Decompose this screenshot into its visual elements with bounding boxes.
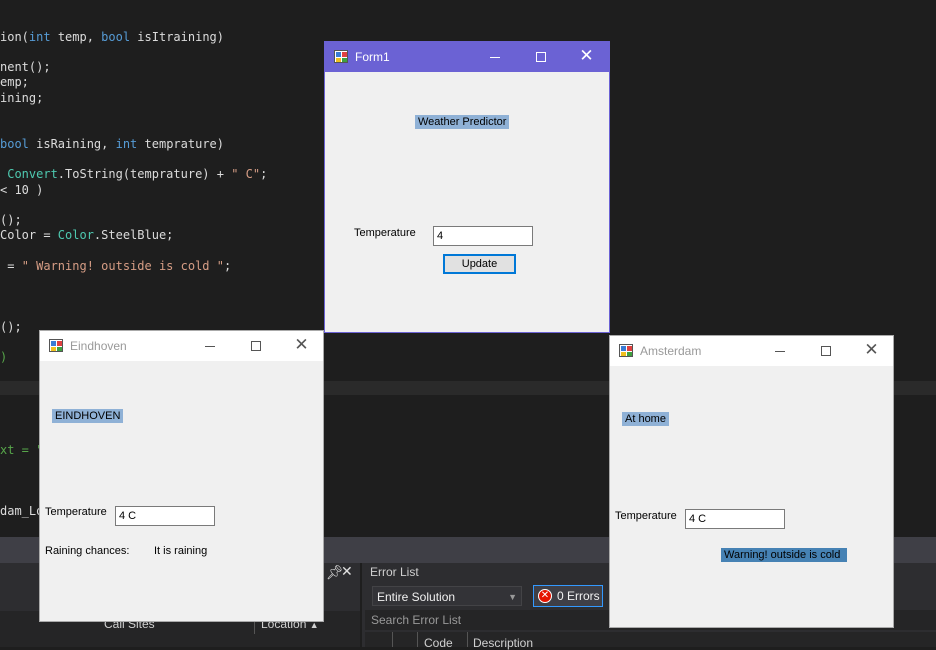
error-scope-value: Entire Solution [377, 590, 456, 604]
errors-count-label: 0 Errors [557, 589, 600, 603]
form1-titlebar[interactable]: Form1 ✕ [325, 42, 609, 72]
code-token: bool [0, 137, 29, 151]
column-separator [417, 632, 418, 647]
app-icon [619, 344, 633, 357]
code-token: ) [0, 350, 8, 364]
code-token: ; [260, 167, 268, 181]
temperature-display[interactable] [115, 506, 215, 526]
app-icon [334, 50, 348, 63]
code-line[interactable]: xt = " [0, 443, 43, 457]
code-token: dam_Lo [0, 504, 44, 518]
raining-chances-label: Raining chances: [45, 545, 130, 557]
code-token: " Warning! outside is cold " [21, 259, 224, 273]
maximize-icon[interactable] [518, 42, 563, 72]
code-line[interactable]: = " Warning! outside is cold "; [0, 259, 231, 273]
status-label: At home [622, 412, 669, 426]
amsterdam-titlebar[interactable]: Amsterdam ✕ [610, 336, 893, 366]
code-token: int [28, 30, 51, 44]
temperature-display[interactable] [685, 509, 785, 529]
error-list-title: Error List [370, 565, 419, 579]
minimize-icon[interactable] [757, 336, 802, 366]
code-line[interactable]: (); [0, 213, 22, 227]
code-token: bool [101, 30, 131, 44]
code-line[interactable]: nent(); [0, 60, 51, 74]
column-separator [392, 632, 393, 647]
window-title: Eindhoven [70, 339, 127, 353]
amsterdam-window[interactable]: Amsterdam ✕ At home Temperature Warning!… [609, 335, 894, 628]
cold-warning-label: Warning! outside is cold [721, 548, 847, 562]
error-scope-select[interactable]: Entire Solution ▼ [372, 586, 522, 606]
window-title: Form1 [355, 50, 390, 64]
code-token: isItraining) [130, 30, 224, 44]
code-token: = [0, 259, 22, 273]
code-token: nent(); [0, 60, 51, 74]
code-line[interactable]: Convert.ToString(temprature) + " C"; [0, 167, 267, 181]
weather-predictor-label: Weather Predictor [415, 115, 510, 129]
code-token: temp, [50, 30, 102, 44]
minimize-icon[interactable] [187, 331, 232, 361]
code-token: temprature) [137, 137, 224, 151]
eindhoven-titlebar[interactable]: Eindhoven ✕ [40, 331, 323, 361]
temperature-input[interactable] [433, 226, 533, 246]
errors-filter-button[interactable]: ✕ 0 Errors [533, 585, 603, 607]
minimize-icon[interactable] [472, 42, 517, 72]
code-line[interactable]: Color = Color.SteelBlue; [0, 228, 173, 242]
code-token: (); [0, 320, 22, 334]
code-line[interactable]: bool isRaining, int temprature) [0, 137, 224, 151]
code-token: < 10 ) [0, 183, 44, 197]
code-token: ion( [0, 30, 29, 44]
code-token: emp; [0, 75, 29, 89]
code-line[interactable]: ) [0, 350, 7, 364]
code-token: " C" [231, 167, 261, 181]
code-token: Color = [0, 228, 58, 242]
close-panel-icon[interactable]: ✕ [341, 563, 353, 580]
code-token: (); [0, 213, 22, 227]
code-line[interactable]: dam_Lo [0, 504, 43, 518]
code-token: int [115, 137, 138, 151]
code-token: Color [57, 228, 94, 242]
update-button[interactable]: Update [443, 254, 516, 274]
code-column-header[interactable]: Code [424, 636, 453, 650]
temperature-label: Temperature [45, 506, 107, 518]
code-line[interactable]: < 10 ) [0, 183, 43, 197]
code-line[interactable]: ion(int temp, bool isItraining) [0, 30, 224, 44]
column-separator [467, 632, 468, 647]
close-icon[interactable]: ✕ [279, 331, 324, 361]
code-token: .ToString(temprature) + [57, 167, 232, 181]
code-token: xt = " [0, 443, 44, 457]
maximize-icon[interactable] [233, 331, 278, 361]
maximize-icon[interactable] [803, 336, 848, 366]
description-column-header[interactable]: Description [473, 636, 533, 650]
eindhoven-window[interactable]: Eindhoven ✕ EINDHOVEN Temperature Rainin… [39, 330, 324, 622]
code-token: ining; [0, 91, 44, 105]
temperature-label: Temperature [354, 227, 416, 239]
code-token: Convert [0, 167, 58, 181]
code-line[interactable]: (); [0, 320, 22, 334]
raining-status-label: It is raining [154, 545, 208, 557]
close-icon[interactable]: ✕ [564, 42, 609, 72]
form1-window[interactable]: Form1 ✕ Weather Predictor Temperature Up… [324, 41, 610, 333]
code-line[interactable]: emp; [0, 75, 29, 89]
code-token: ; [223, 259, 232, 273]
window-title: Amsterdam [640, 344, 702, 358]
code-line[interactable]: ining; [0, 91, 43, 105]
app-icon [49, 339, 63, 352]
city-label: EINDHOVEN [52, 409, 124, 423]
temperature-label: Temperature [615, 510, 677, 522]
code-token: .SteelBlue; [93, 228, 174, 242]
error-icon: ✕ [538, 589, 552, 603]
close-icon[interactable]: ✕ [849, 336, 894, 366]
chevron-down-icon: ▼ [508, 592, 517, 602]
code-token: isRaining, [28, 137, 116, 151]
